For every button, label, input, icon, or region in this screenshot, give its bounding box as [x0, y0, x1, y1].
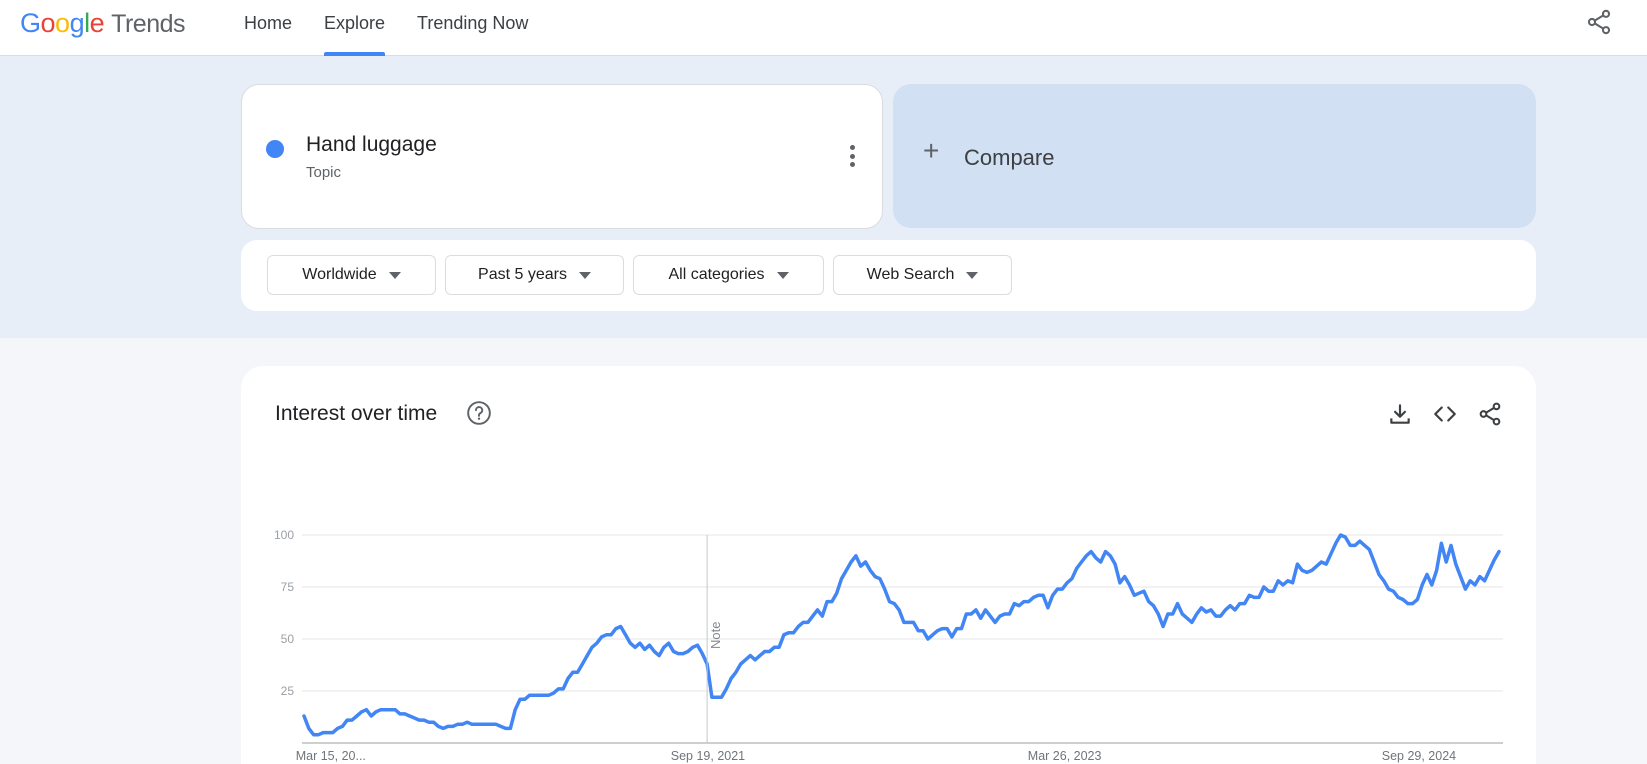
google-trends-logo[interactable]: Google Trends	[20, 8, 186, 38]
interest-over-time-card: Interest over time 25 50 75 100 Note Mar 15, …	[241, 366, 1536, 764]
caret-down-icon	[966, 271, 979, 279]
y-tick-label: 50	[281, 632, 295, 646]
compare-label: Compare	[964, 145, 1055, 170]
time-filter[interactable]: Past 5 years	[445, 255, 624, 295]
more-vert-icon[interactable]	[850, 145, 856, 167]
nav-explore[interactable]: Explore	[308, 0, 401, 56]
main-nav: Home Explore Trending Now	[228, 0, 544, 56]
logo-trends-text: Trends	[111, 10, 186, 38]
caret-down-icon	[388, 271, 401, 279]
logo-letter: o	[55, 8, 70, 38]
filters-bar: Worldwide Past 5 years All categories We…	[241, 240, 1536, 311]
nav-home[interactable]: Home	[228, 0, 308, 56]
term-type: Topic	[306, 164, 342, 181]
y-tick-label: 75	[281, 580, 295, 594]
y-tick-label: 25	[281, 684, 295, 698]
time-filter-label: Past 5 years	[478, 266, 567, 283]
nav-trending-now[interactable]: Trending Now	[401, 0, 544, 56]
logo-letter: e	[89, 8, 105, 38]
note-label: Note	[708, 622, 723, 649]
x-tick-label: Sep 19, 2021	[671, 749, 745, 763]
interest-line-chart: 25 50 75 100 Note Mar 15, 20... Sep 19, 2021 Ma…	[274, 528, 1503, 763]
x-tick-label: Mar 15, 20...	[296, 749, 366, 763]
category-filter-label: All categories	[668, 266, 765, 283]
term-name[interactable]: Hand luggage	[306, 133, 437, 157]
region-filter-label: Worldwide	[302, 266, 377, 283]
caret-down-icon	[776, 271, 789, 279]
region-filter[interactable]: Worldwide	[267, 255, 436, 295]
category-filter[interactable]: All categories	[633, 255, 824, 295]
series-line-hand-luggage	[302, 533, 1501, 737]
x-tick-label: Mar 26, 2023	[1028, 749, 1102, 763]
plus-icon: +	[923, 135, 940, 166]
x-tick-label: Sep 29, 2024	[1382, 749, 1456, 763]
term-color-dot	[266, 140, 284, 158]
y-tick-label: 100	[274, 528, 294, 542]
search-type-filter-label: Web Search	[866, 266, 955, 283]
logo-letter: o	[40, 8, 56, 38]
compare-button[interactable]: + Compare	[893, 84, 1536, 228]
logo-letter: G	[20, 8, 41, 38]
top-bar: Google Trends Home Explore Trending Now	[0, 0, 1647, 56]
share-icon[interactable]	[1585, 8, 1613, 36]
caret-down-icon	[578, 271, 591, 279]
logo-letter: g	[69, 8, 85, 38]
search-term-card[interactable]: Hand luggage Topic	[241, 84, 883, 229]
search-type-filter[interactable]: Web Search	[833, 255, 1012, 295]
